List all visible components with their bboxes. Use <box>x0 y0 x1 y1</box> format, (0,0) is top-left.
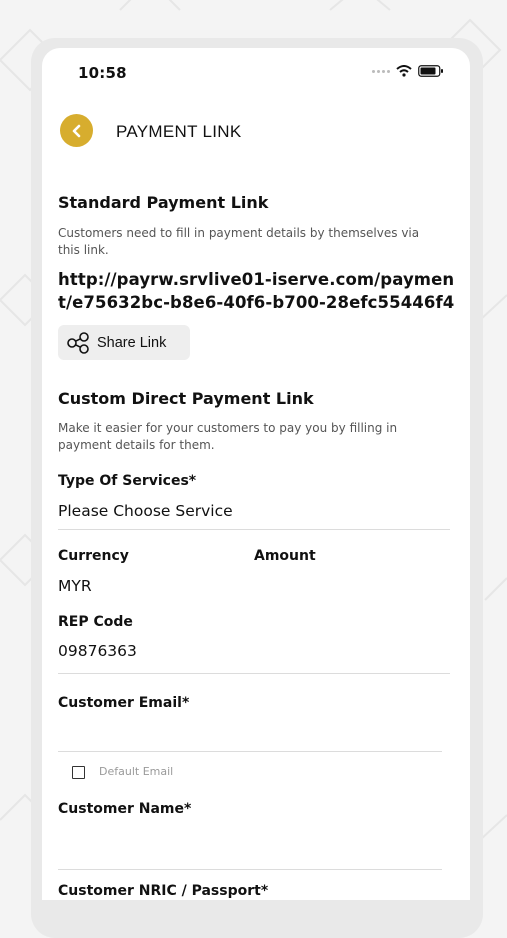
customer-email-label: Customer Email* <box>58 695 190 711</box>
service-divider <box>58 529 450 530</box>
app-screen: 10:58 PAYMENT LINK Standard Payment Link… <box>42 48 470 900</box>
share-link-label: Share Link <box>97 334 167 351</box>
status-icons <box>372 65 444 77</box>
signal-icon <box>372 69 390 73</box>
service-type-label: Type Of Services* <box>58 473 197 489</box>
battery-icon <box>418 65 443 77</box>
custom-link-heading: Custom Direct Payment Link <box>58 389 314 408</box>
page-title: PAYMENT LINK <box>116 122 242 141</box>
chevron-left-icon <box>72 124 80 137</box>
payment-link-url[interactable]: http://payrw.srvlive01-iserve.com/paymen… <box>58 268 458 314</box>
rep-divider <box>58 673 450 674</box>
share-icon <box>67 331 89 354</box>
standard-link-description: Customers need to fill in payment detail… <box>58 226 420 257</box>
back-button[interactable] <box>60 114 93 147</box>
amount-label: Amount <box>254 548 316 564</box>
name-input-underline <box>58 869 442 870</box>
customer-name-input[interactable] <box>58 830 442 854</box>
custom-link-description: Make it easier for your customers to pay… <box>58 421 398 452</box>
wifi-icon <box>396 65 412 77</box>
currency-label: Currency <box>58 548 129 564</box>
status-time: 10:58 <box>78 64 127 82</box>
rep-code-label: REP Code <box>58 614 133 630</box>
customer-nric-label: Customer NRIC / Passport* <box>58 883 269 899</box>
amount-input[interactable] <box>254 577 444 599</box>
rep-code-value: 09876363 <box>58 642 137 660</box>
currency-value: MYR <box>58 577 92 595</box>
email-input-underline <box>58 751 442 752</box>
default-email-checkbox[interactable] <box>72 766 85 779</box>
default-email-label: Default Email <box>99 765 174 778</box>
standard-link-heading: Standard Payment Link <box>58 193 269 212</box>
service-type-select[interactable]: Please Choose Service <box>58 502 233 520</box>
customer-name-label: Customer Name* <box>58 801 192 817</box>
customer-email-input[interactable] <box>58 723 442 747</box>
share-link-button[interactable]: Share Link <box>58 325 190 360</box>
